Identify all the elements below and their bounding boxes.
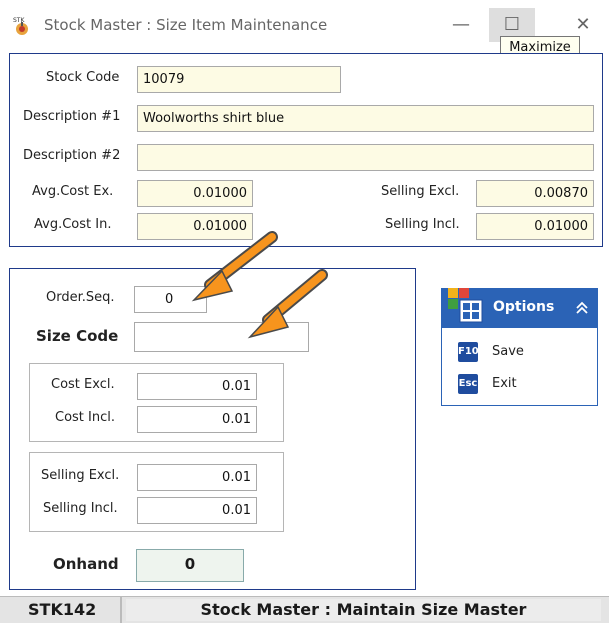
onhand-label: Onhand [53,555,119,573]
cost-excl-label: Cost Excl. [51,377,115,392]
cost-incl-field[interactable]: 0.01 [137,406,257,433]
arrow-to-size-code [247,269,328,339]
selling-incl-label: Selling Incl. [385,217,460,232]
avg-cost-ex-label: Avg.Cost Ex. [32,184,114,199]
selling-incl-field[interactable]: 0.01000 [476,213,594,240]
status-code: STK142 [28,600,97,619]
size-code-label: Size Code [36,327,119,345]
f10-key-icon: F10 [458,342,479,362]
maximize-icon: ☐ [503,14,521,35]
cost-incl-label: Cost Incl. [55,410,115,425]
order-seq-label: Order.Seq. [46,290,115,305]
size-selling-excl-label: Selling Excl. [41,468,120,483]
app-icon: STK [13,17,28,35]
stock-code-field[interactable]: 10079 [137,66,341,93]
selling-excl-label: Selling Excl. [381,184,460,199]
save-option[interactable]: F10 Save [458,342,588,364]
arrow-to-order-seq [191,231,278,302]
status-divider [120,597,122,623]
stock-header-group: Stock Code 10079 Description #1 Woolwort… [9,53,603,247]
minimize-icon: — [452,14,470,35]
exit-option[interactable]: Esc Exit [458,374,588,396]
close-icon: ✕ [575,14,591,35]
cost-excl-field[interactable]: 0.01 [137,373,257,400]
exit-label: Exit [492,376,517,391]
onhand-field: 0 [136,549,244,582]
size-selling-incl-label: Selling Incl. [43,501,118,516]
description1-label: Description #1 [23,109,121,124]
selling-group: Selling Excl. 0.01 Selling Incl. 0.01 [29,452,284,532]
avg-cost-in-label: Avg.Cost In. [34,217,112,232]
options-header[interactable]: Options [441,288,598,328]
description2-label: Description #2 [23,148,121,163]
window-title: Stock Master : Size Item Maintenance [44,16,328,34]
cost-group: Cost Excl. 0.01 Cost Incl. 0.01 [29,363,284,442]
annotation-arrows [191,231,328,339]
options-icon [448,288,483,323]
stock-code-label: Stock Code [46,70,120,85]
options-panel: F10 Save Esc Exit [441,328,598,406]
esc-key-icon: Esc [458,374,478,394]
collapse-icon[interactable] [575,301,589,315]
options-title: Options [493,299,555,315]
status-bar: STK142 Stock Master : Maintain Size Mast… [0,596,609,623]
description2-field[interactable] [137,144,594,171]
selling-excl-field[interactable]: 0.00870 [476,180,594,207]
minimize-button[interactable]: — [438,8,484,42]
svg-text:STK: STK [13,17,25,24]
status-text: Stock Master : Maintain Size Master [126,599,601,621]
size-selling-incl-field[interactable]: 0.01 [137,497,257,524]
avg-cost-ex-field[interactable]: 0.01000 [137,180,253,207]
size-selling-excl-field[interactable]: 0.01 [137,464,257,491]
save-label: Save [492,344,524,359]
description1-field[interactable]: Woolworths shirt blue [137,105,594,132]
